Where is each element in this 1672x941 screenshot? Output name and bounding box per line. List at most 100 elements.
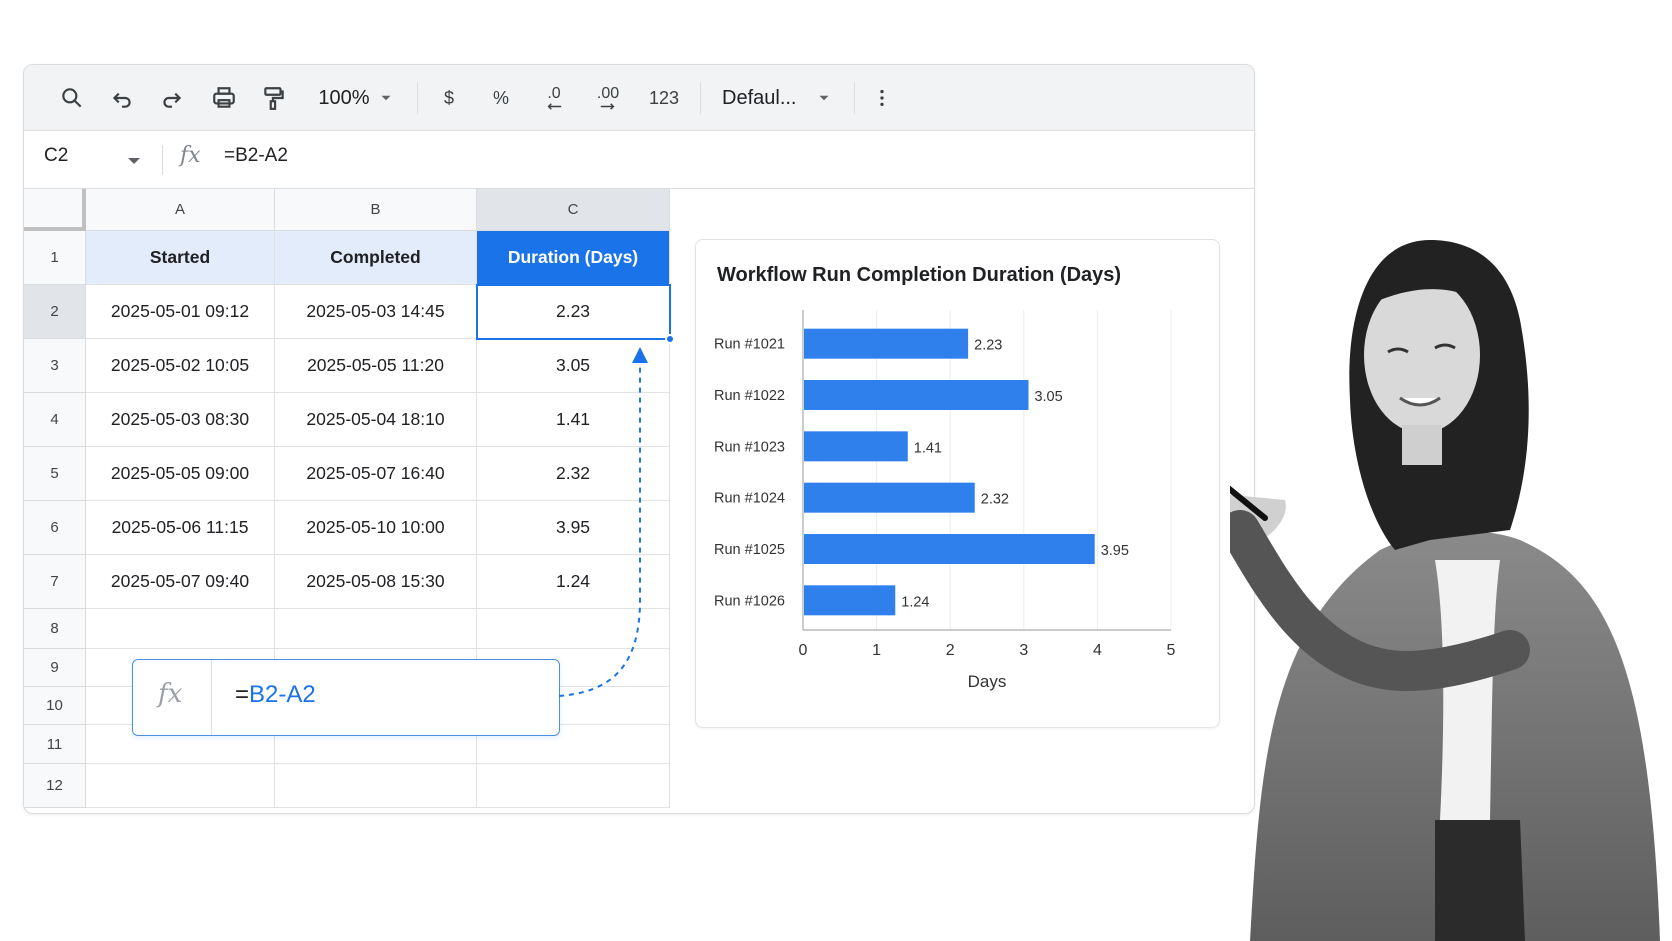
row-header-2[interactable]: 2 — [24, 285, 86, 339]
data-label: 3.05 — [1034, 389, 1062, 405]
number-format-label: 123 — [648, 87, 680, 108]
row-header-3[interactable]: 3 — [24, 339, 86, 393]
bar — [804, 534, 1095, 564]
table-cell[interactable]: 2025-05-08 15:30 — [275, 555, 477, 609]
callout-fx-box: fx — [133, 660, 212, 735]
empty-cell[interactable] — [86, 764, 275, 808]
data-label: 2.32 — [981, 492, 1009, 508]
header-cell-duration[interactable]: Duration (Days) — [477, 231, 670, 285]
table-cell[interactable]: 2025-05-05 11:20 — [275, 339, 477, 393]
empty-cell[interactable] — [275, 764, 477, 808]
header-cell-started[interactable]: Started — [86, 231, 275, 285]
chevron-down-icon[interactable] — [814, 65, 834, 131]
data-label: 2.23 — [974, 338, 1002, 354]
table-cell[interactable]: 2025-05-05 09:00 — [86, 447, 275, 501]
spreadsheet-window: 100% $ % .0 .00 123 Defaul... C2 fx =B2-… — [23, 64, 1255, 814]
chevron-down-icon[interactable] — [376, 65, 396, 131]
row-header-7[interactable]: 7 — [24, 555, 86, 609]
y-category-label: Run #1026 — [714, 593, 785, 609]
name-box[interactable]: C2 — [44, 145, 68, 167]
increase-decimal-button[interactable]: .00 — [586, 65, 630, 131]
toolbar-divider — [700, 82, 701, 114]
row-header-11[interactable]: 11 — [24, 725, 86, 764]
column-header-b[interactable]: B — [275, 189, 477, 231]
percent-format-button[interactable]: % — [484, 65, 518, 131]
table-cell[interactable]: 2025-05-01 09:12 — [86, 285, 275, 339]
table-cell[interactable]: 1.41 — [477, 393, 670, 447]
table-cell[interactable]: 3.95 — [477, 501, 670, 555]
y-category-label: Run #1022 — [714, 388, 785, 404]
select-all-corner[interactable] — [24, 189, 86, 231]
shirt-shape — [1435, 560, 1500, 820]
formula-bar-divider — [162, 145, 163, 175]
undo-icon[interactable] — [102, 65, 142, 131]
search-icon[interactable] — [52, 65, 92, 131]
row-header-8[interactable]: 8 — [24, 609, 86, 649]
y-category-label: Run #1024 — [714, 491, 785, 507]
data-label: 1.41 — [914, 440, 942, 456]
row-header-12[interactable]: 12 — [24, 764, 86, 808]
x-tick-label: 5 — [1167, 642, 1176, 659]
row-header-5[interactable]: 5 — [24, 447, 86, 501]
font-value: Defaul... — [722, 86, 797, 109]
currency-format-button[interactable]: $ — [434, 65, 464, 131]
row-header-9[interactable]: 9 — [24, 649, 86, 687]
x-tick-label: 3 — [1019, 642, 1028, 659]
table-cell[interactable]: 1.24 — [477, 555, 670, 609]
toolbar-divider — [417, 82, 418, 114]
table-cell[interactable]: 2.32 — [477, 447, 670, 501]
empty-cell[interactable] — [275, 609, 477, 649]
redo-icon[interactable] — [152, 65, 192, 131]
column-header-c[interactable]: C — [477, 189, 670, 231]
font-select[interactable]: Defaul... — [722, 65, 806, 131]
row-header-4[interactable]: 4 — [24, 393, 86, 447]
data-label: 1.24 — [901, 594, 929, 610]
column-header-a[interactable]: A — [86, 189, 275, 231]
arrow-right-icon — [600, 102, 615, 110]
bar-chart: 0 1 2 3 4 5 Run #1021 2.23 Run #1022 3.05 Run #102… — [714, 310, 1176, 691]
table-cell[interactable]: 3.05 — [477, 339, 670, 393]
bar — [804, 585, 896, 616]
fill-handle[interactable] — [665, 334, 675, 344]
person-illustration — [1230, 240, 1660, 941]
row-header-10[interactable]: 10 — [24, 687, 86, 725]
bar-chart-card[interactable]: Workflow Run Completion Duration (Days) … — [695, 239, 1220, 728]
paint-format-icon[interactable] — [254, 65, 294, 131]
empty-cell[interactable] — [86, 609, 275, 649]
callout-equals: = — [235, 681, 250, 708]
empty-cell[interactable] — [477, 764, 670, 808]
row-header-6[interactable]: 6 — [24, 501, 86, 555]
number-format-button[interactable]: 123 — [642, 65, 686, 131]
table-cell[interactable]: 2025-05-06 11:15 — [86, 501, 275, 555]
formula-input[interactable]: =B2-A2 — [224, 145, 288, 167]
fx-icon: fx — [158, 679, 183, 709]
x-tick-label: 4 — [1093, 642, 1102, 659]
row-header-1[interactable]: 1 — [24, 231, 86, 285]
table-cell[interactable]: 2025-05-04 18:10 — [275, 393, 477, 447]
table-cell[interactable]: 2025-05-03 14:45 — [275, 285, 477, 339]
y-category-label: Run #1021 — [714, 337, 785, 353]
zoom-select[interactable]: 100% — [314, 65, 374, 131]
bar — [804, 380, 1029, 410]
more-vert-icon[interactable] — [870, 65, 894, 131]
x-axis-title: Days — [968, 672, 1007, 691]
x-tick-label: 0 — [799, 642, 808, 659]
table-cell[interactable]: 2025-05-02 10:05 — [86, 339, 275, 393]
formula-bar: C2 fx =B2-A2 — [24, 131, 1254, 189]
bar — [804, 431, 908, 462]
table-cell[interactable]: 2025-05-07 16:40 — [275, 447, 477, 501]
callout-expression: B2-A2 — [249, 681, 316, 708]
chevron-down-icon[interactable] — [128, 158, 140, 164]
table-cell[interactable]: 2025-05-03 08:30 — [86, 393, 275, 447]
toolbar: 100% $ % .0 .00 123 Defaul... — [24, 65, 1254, 131]
decrease-decimal-label: .0 — [547, 84, 561, 102]
header-cell-completed[interactable]: Completed — [275, 231, 477, 285]
table-cell[interactable]: 2025-05-07 09:40 — [86, 555, 275, 609]
bar — [804, 328, 969, 359]
table-cell-selected[interactable]: 2.23 — [477, 285, 670, 339]
empty-cell[interactable] — [477, 609, 670, 649]
neck-shape — [1402, 425, 1442, 465]
decrease-decimal-button[interactable]: .0 — [534, 65, 574, 131]
table-cell[interactable]: 2025-05-10 10:00 — [275, 501, 477, 555]
print-icon[interactable] — [204, 65, 244, 131]
